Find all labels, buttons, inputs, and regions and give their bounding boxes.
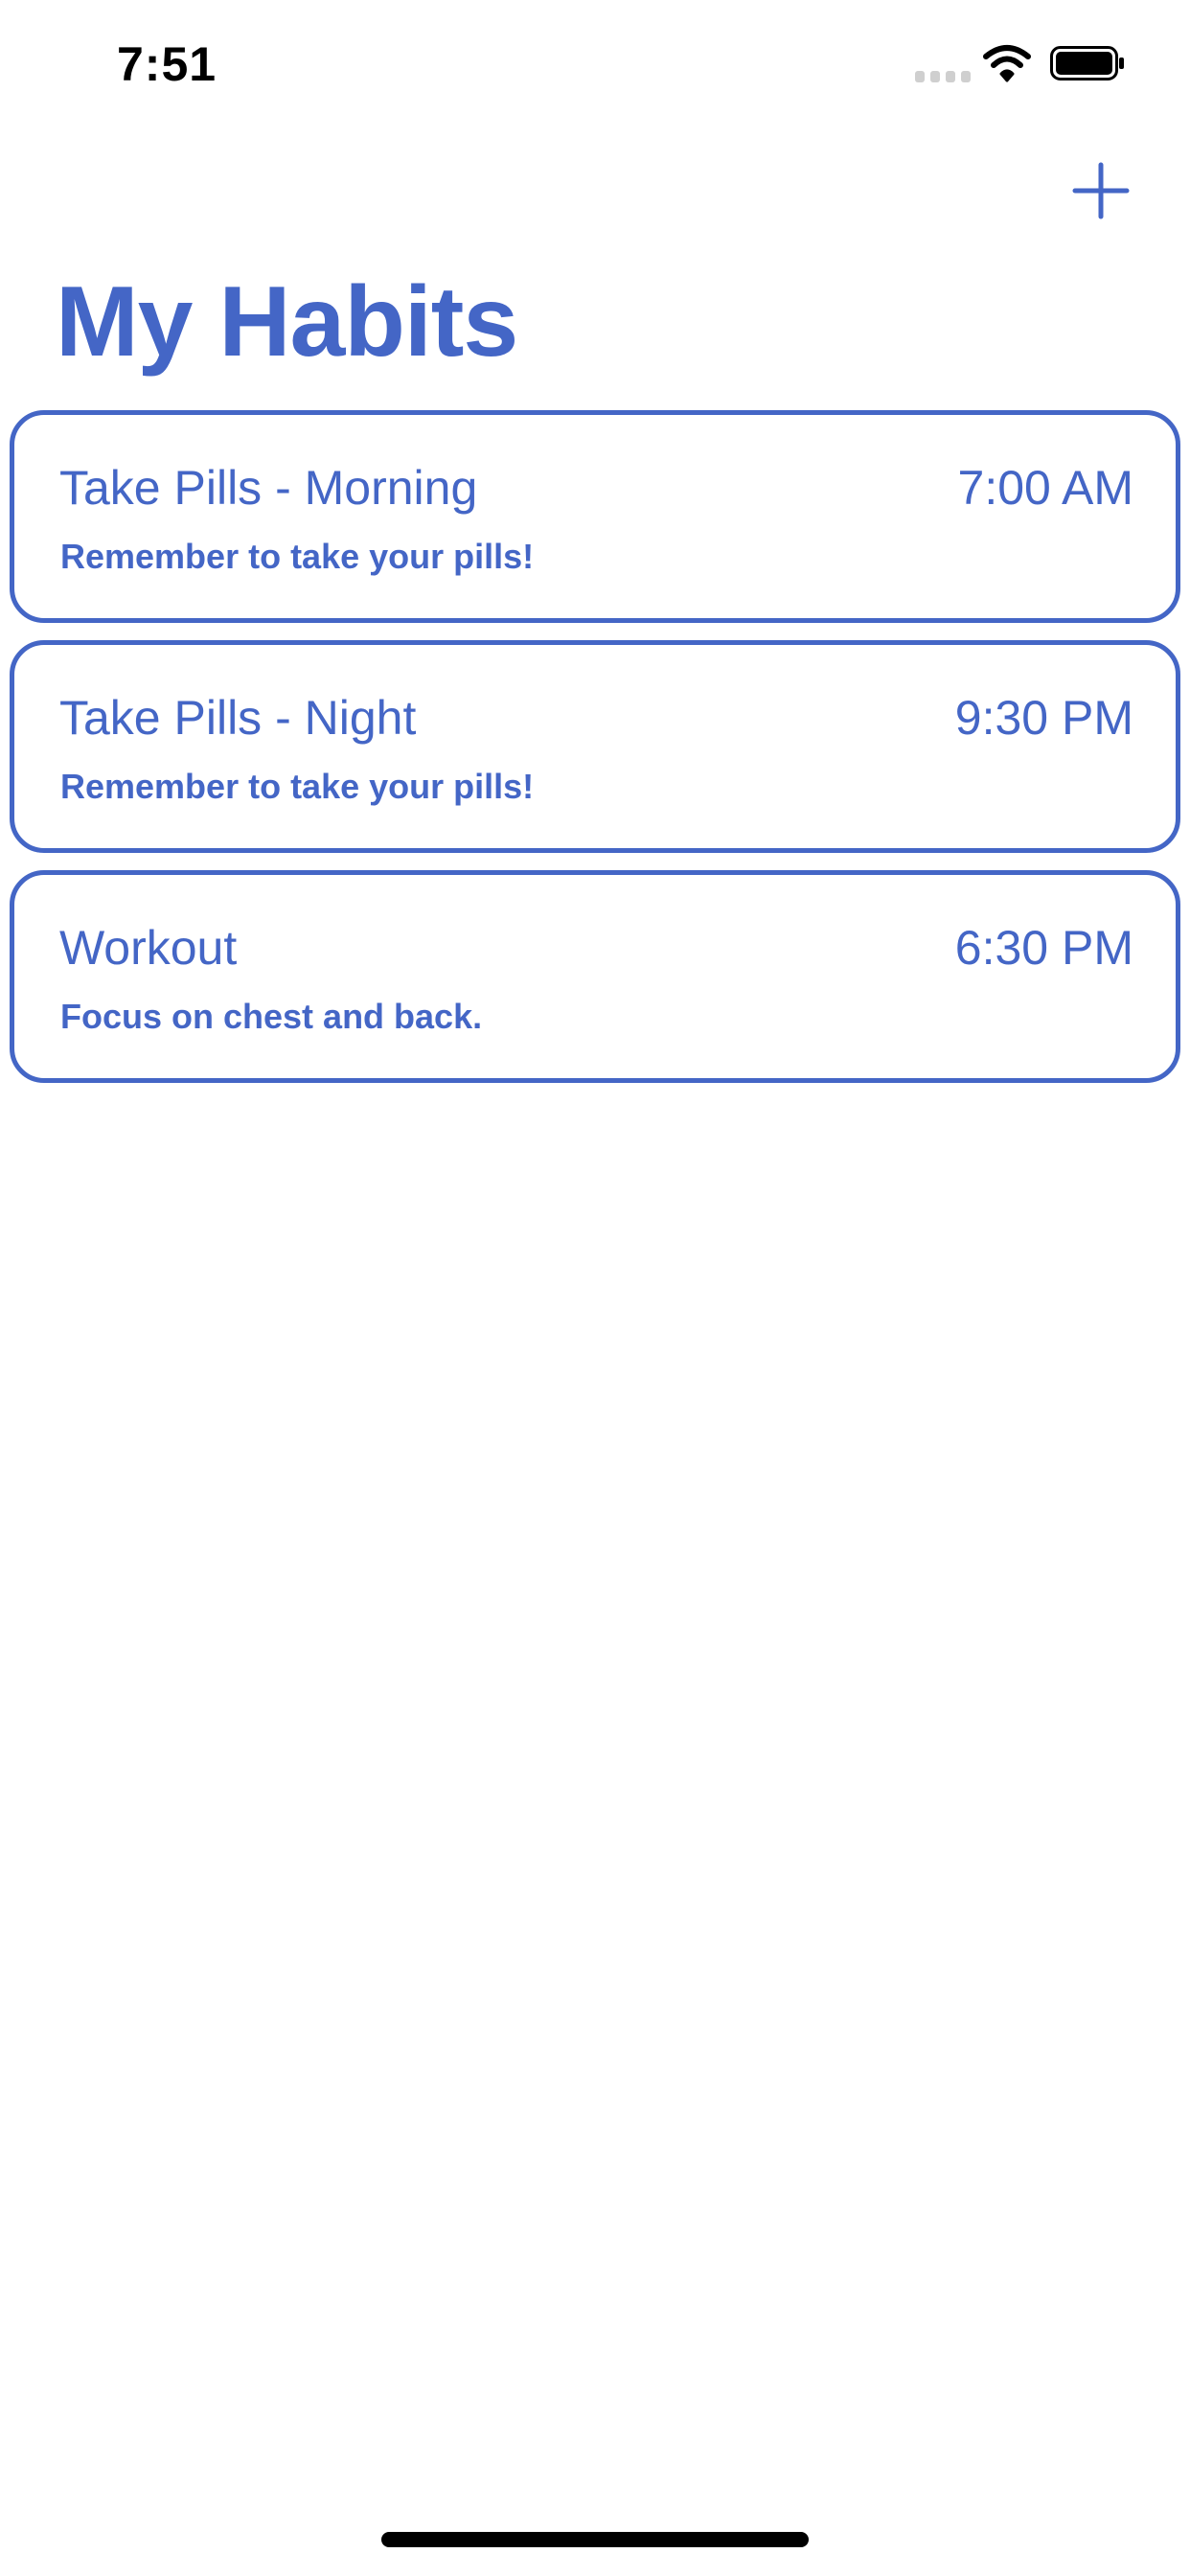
home-indicator[interactable]	[381, 2532, 809, 2547]
wifi-icon	[983, 45, 1031, 82]
habit-time: 6:30 PM	[954, 921, 1133, 975]
habit-list: Take Pills - Morning 7:00 AM Remember to…	[10, 410, 1180, 1100]
habit-name: Workout	[59, 921, 238, 975]
habit-time: 7:00 AM	[957, 461, 1133, 515]
habit-card[interactable]: Take Pills - Night 9:30 PM Remember to t…	[10, 640, 1180, 853]
plus-icon	[1072, 162, 1130, 219]
add-habit-button[interactable]	[1067, 157, 1134, 224]
habit-time: 9:30 PM	[954, 691, 1133, 745]
habit-note: Focus on chest and back.	[60, 997, 483, 1036]
habit-card[interactable]: Take Pills - Morning 7:00 AM Remember to…	[10, 410, 1180, 623]
status-time: 7:51	[117, 37, 217, 91]
status-bar: 7:51	[0, 0, 1190, 134]
habit-name: Take Pills - Night	[59, 691, 417, 745]
habit-card[interactable]: Workout 6:30 PM Focus on chest and back.	[10, 870, 1180, 1083]
battery-icon	[1050, 46, 1124, 80]
habits-screen: 7:51 My Habits Take Pills - Morning 7:00…	[0, 0, 1190, 2576]
habit-note: Remember to take your pills!	[60, 767, 535, 806]
signal-dots-icon	[915, 71, 971, 82]
habit-note: Remember to take your pills!	[60, 537, 535, 576]
page-title: My Habits	[56, 266, 518, 378]
habit-name: Take Pills - Morning	[59, 461, 478, 515]
